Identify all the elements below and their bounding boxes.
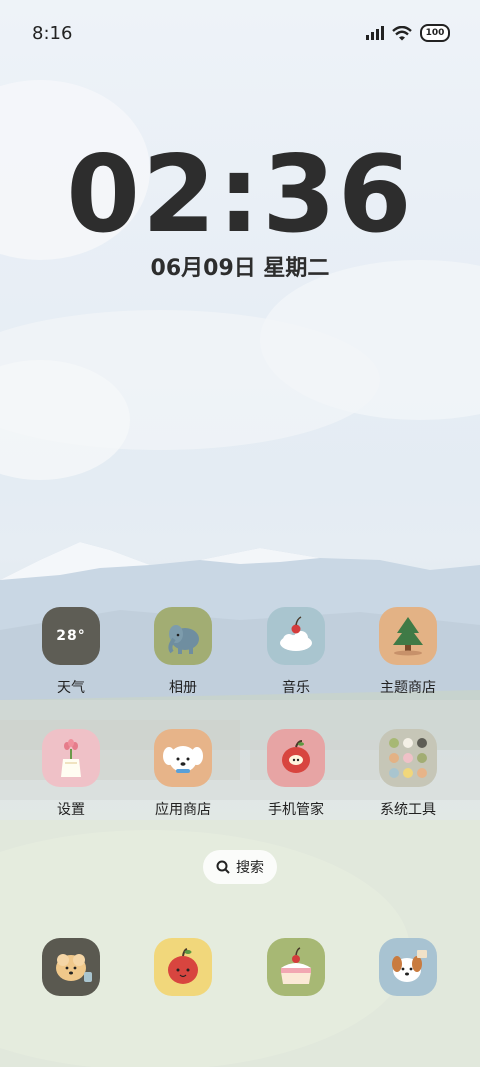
tulip-vase-settings-icon xyxy=(42,729,100,787)
dock-app-3[interactable] xyxy=(246,938,346,996)
lock-clock-time[interactable]: 02:36 xyxy=(0,135,480,255)
dock-app-4[interactable] xyxy=(358,938,458,996)
dog-dock-icon xyxy=(379,938,437,996)
puppy-cup-icon xyxy=(42,938,100,996)
home-screen: 8:16 100 02:36 06月09日 星期二 28° 天气 相册 音乐 主… xyxy=(0,0,480,1067)
elephant-gallery-icon xyxy=(154,607,212,665)
signal-icon xyxy=(366,26,384,40)
wifi-icon xyxy=(392,25,412,40)
battery-icon: 100 xyxy=(420,24,450,42)
puppy-app-store-icon xyxy=(154,729,212,787)
search-label: 搜索 xyxy=(236,860,264,876)
status-bar: 8:16 100 xyxy=(0,0,480,66)
app-label: 设置 xyxy=(57,802,85,818)
cake-icon xyxy=(267,938,325,996)
app-label: 应用商店 xyxy=(155,802,211,818)
search-icon xyxy=(216,860,230,874)
app-theme-store[interactable]: 主题商店 xyxy=(358,607,458,697)
app-label: 音乐 xyxy=(282,680,310,696)
christmas-tree-theme-icon xyxy=(379,607,437,665)
app-label: 相册 xyxy=(169,680,197,696)
folder-icon xyxy=(379,729,437,787)
app-label: 主题商店 xyxy=(380,680,436,696)
app-app-store[interactable]: 应用商店 xyxy=(133,729,233,819)
red-apple-icon xyxy=(154,938,212,996)
apple-manager-icon xyxy=(267,729,325,787)
app-system-tools[interactable]: 系统工具 xyxy=(358,729,458,819)
app-music[interactable]: 音乐 xyxy=(246,607,346,697)
weather-icon: 28° xyxy=(42,607,100,665)
sky-clouds-background xyxy=(0,80,480,480)
app-label: 手机管家 xyxy=(268,802,324,818)
weather-temperature: 28° xyxy=(56,628,86,644)
lock-clock-date[interactable]: 06月09日 星期二 xyxy=(0,250,480,282)
app-label: 系统工具 xyxy=(380,802,436,818)
app-settings[interactable]: 设置 xyxy=(21,729,121,819)
status-time: 8:16 xyxy=(32,23,73,44)
app-gallery[interactable]: 相册 xyxy=(133,607,233,697)
cherry-cloud-music-icon xyxy=(267,607,325,665)
dock-app-2[interactable] xyxy=(133,938,233,996)
dock-app-1[interactable] xyxy=(21,938,121,996)
status-icons: 100 xyxy=(366,24,450,42)
app-phone-manager[interactable]: 手机管家 xyxy=(246,729,346,819)
search-button[interactable]: 搜索 xyxy=(203,850,277,884)
app-weather[interactable]: 28° 天气 xyxy=(21,607,121,697)
app-label: 天气 xyxy=(57,680,85,696)
